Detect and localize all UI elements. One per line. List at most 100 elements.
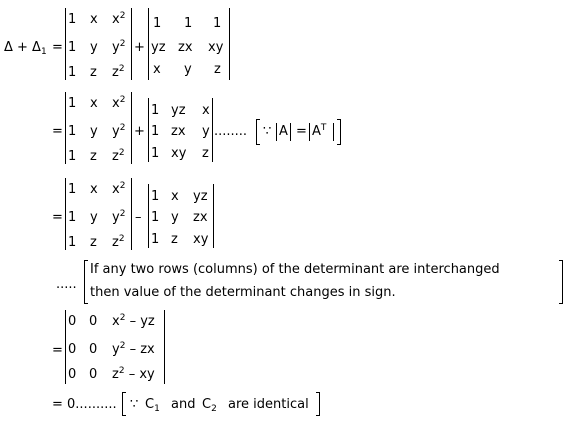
identical-text: are identical [228, 397, 309, 412]
bracket-right [559, 260, 563, 304]
cell: x [171, 189, 179, 204]
equals-sign: = [52, 124, 63, 139]
equals-sign: = [296, 124, 307, 139]
det-bar-right [131, 92, 132, 164]
det-bar-right [164, 310, 165, 384]
matrix-a-transpose: AT [312, 123, 327, 140]
cell-power: x2 [112, 181, 126, 198]
abs-bar [276, 123, 277, 141]
cell: x [202, 103, 210, 118]
plus-sign: + [134, 124, 145, 139]
cell: 1 [151, 124, 160, 139]
equals-sign: = [52, 210, 63, 225]
dots: ..... [56, 277, 77, 292]
cell: x [90, 96, 98, 111]
det-bar-right [229, 8, 230, 80]
cell: 1 [68, 96, 77, 111]
cell-power: z2 [112, 64, 125, 81]
cell: x [90, 182, 98, 197]
cell-power: y2 [112, 123, 126, 140]
bracket-left [122, 392, 126, 416]
cell-expression: x2 – yz [112, 313, 155, 330]
cell: y [90, 40, 98, 55]
cell: yz [171, 103, 186, 118]
cell-power: y2 [112, 39, 126, 56]
bracket-left [84, 260, 88, 304]
cell: xy [208, 40, 224, 55]
bracket-right [316, 392, 320, 416]
plus-sign: + [134, 40, 145, 55]
det-bar-right [212, 98, 213, 162]
cell: zx [193, 210, 208, 225]
cell-power: x2 [112, 95, 126, 112]
equals-sign: = [52, 40, 63, 55]
because-symbol: ∵ [130, 397, 139, 412]
abs-bar [290, 123, 291, 141]
cell-power: x2 [112, 11, 126, 28]
column-c1: C1 [145, 397, 160, 414]
cell: zx [178, 40, 193, 55]
because-symbol: ∵ [263, 124, 272, 139]
cell: y [90, 210, 98, 225]
cell: 1 [184, 16, 193, 31]
cell: z [202, 146, 209, 161]
bracket-left [256, 119, 260, 145]
det-bar-right [213, 184, 214, 248]
lhs-subscript: 1 [40, 47, 47, 57]
cell: xy [193, 232, 209, 247]
cell: 1 [68, 235, 77, 250]
det-bar-left [148, 98, 149, 162]
cell: 1 [153, 16, 162, 31]
det-bar-left [65, 178, 66, 250]
det-bar-right [131, 178, 132, 250]
cell: xy [171, 146, 187, 161]
det-bar-left [65, 310, 66, 384]
cell: z [171, 232, 178, 247]
cell-expression: z2 – xy [112, 366, 155, 383]
cell: 0 [89, 314, 98, 329]
cell: 1 [68, 149, 77, 164]
note-line-2: then value of the determinant changes in… [90, 285, 396, 300]
matrix-a: A [279, 124, 288, 139]
cell: 0 [68, 314, 77, 329]
cell: yz [193, 189, 208, 204]
cell: y [90, 124, 98, 139]
cell: 1 [151, 210, 160, 225]
note-line-1: If any two rows (columns) of the determi… [90, 262, 500, 277]
and-text: and [171, 397, 196, 412]
det-bar-left [65, 8, 66, 80]
cell: y [171, 210, 179, 225]
abs-bar [333, 123, 334, 141]
cell: z [90, 65, 97, 80]
cell: 1 [68, 124, 77, 139]
equals-sign: = [52, 343, 63, 358]
cell: 0 [89, 367, 98, 382]
cell: 1 [151, 189, 160, 204]
cell: 1 [213, 16, 222, 31]
cell: 0 [68, 367, 77, 382]
cell: 1 [68, 210, 77, 225]
cell: 1 [68, 182, 77, 197]
cell-power: y2 [112, 209, 126, 226]
cell-power: z2 [112, 148, 125, 165]
cell: x [153, 62, 161, 77]
det-bar-left [148, 184, 149, 248]
cell-expression: y2 – zx [112, 341, 155, 358]
cell: z [90, 235, 97, 250]
dots: ........ [214, 124, 248, 139]
final-value: = 0.......... [52, 397, 117, 412]
cell: x [90, 12, 98, 27]
column-c2: C2 [202, 397, 217, 414]
cell: 1 [68, 65, 77, 80]
cell: 1 [151, 103, 160, 118]
abs-bar [309, 123, 310, 141]
cell: 0 [89, 342, 98, 357]
cell: y [184, 62, 192, 77]
det-bar-right [131, 8, 132, 80]
minus-sign: – [135, 210, 142, 225]
cell: 1 [68, 40, 77, 55]
lhs-delta-sum: Δ + Δ1 [4, 40, 47, 57]
cell: 1 [151, 232, 160, 247]
cell: 1 [151, 146, 160, 161]
cell-power: z2 [112, 234, 125, 251]
